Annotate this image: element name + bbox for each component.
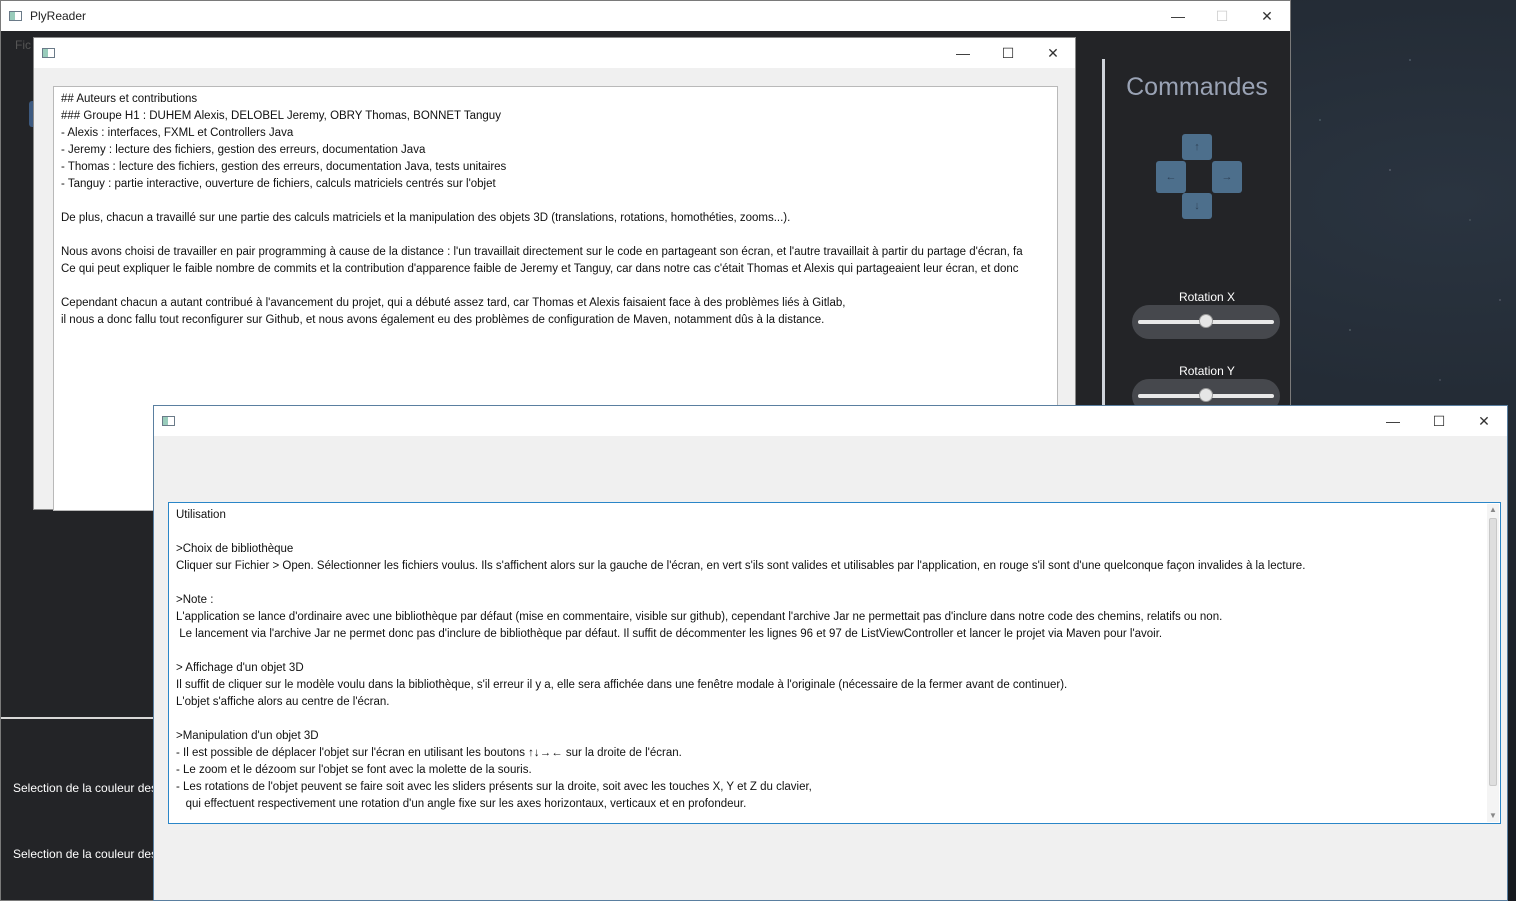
rotation-x-label: Rotation X [1178, 290, 1236, 304]
authors-text-line [61, 278, 1050, 295]
usage-text-line [176, 575, 1493, 592]
window-title: PlyReader [30, 9, 87, 23]
usage-text-line: >Choix de bibliothèque [176, 543, 294, 555]
authors-text-line: - Tanguy : partie interactive, ouverture… [61, 178, 496, 190]
minimize-button[interactable]: — [1370, 406, 1416, 436]
authors-text: ## Auteurs et contributions ### Groupe H1… [54, 87, 1057, 333]
app-icon [42, 48, 55, 58]
usage-text-line: qui effectuent respectivement une rotati… [176, 798, 747, 810]
color-selection-label-1: Selection de la couleur des [13, 781, 158, 795]
app-icon [162, 416, 175, 426]
authors-text-line: De plus, chacun a travaillé sur une part… [61, 212, 791, 224]
arrow-right-icon: → [1221, 171, 1233, 183]
move-up-button[interactable]: ↑ [1182, 134, 1212, 160]
usage-text: Utilisation >Choix de bibliothèque Clique… [169, 503, 1500, 817]
maximize-button[interactable]: ☐ [985, 38, 1031, 68]
usage-text-area[interactable]: Utilisation >Choix de bibliothèque Clique… [168, 502, 1501, 824]
usage-text-line: > Affichage d'un objet 3D [176, 662, 304, 674]
usage-text-line: Utilisation [176, 509, 226, 521]
usage-text-line [176, 643, 1493, 660]
authors-text-line: Cependant chacun a autant contribué à l'… [61, 297, 846, 309]
usage-text-line: - Les rotations de l'objet peuvent se fa… [176, 781, 812, 793]
usage-text-line: Le lancement via l'archive Jar ne permet… [176, 628, 1163, 640]
usage-text-line: Il suffit de cliquer sur le modèle voulu… [176, 679, 1068, 691]
close-button[interactable]: ✕ [1030, 38, 1076, 68]
authors-text-line: Ce qui peut expliquer le faible nombre d… [61, 263, 1019, 275]
commands-divider [1102, 59, 1105, 419]
rotation-x-thumb[interactable] [1199, 314, 1213, 328]
rotation-y-label: Rotation Y [1179, 364, 1235, 378]
arrow-left-icon: ← [1165, 171, 1177, 183]
authors-text-line: il nous a donc fallu tout reconfigurer s… [61, 314, 825, 326]
usage-text-line: Cliquer sur Fichier > Open. Sélectionner… [176, 560, 1306, 572]
close-button[interactable]: ✕ [1461, 406, 1507, 436]
close-button[interactable]: ✕ [1244, 1, 1290, 31]
minimize-button[interactable]: — [1155, 1, 1201, 31]
menu-fichier[interactable]: Fic [15, 38, 31, 52]
usage-titlebar[interactable]: — ☐ ✕ [154, 406, 1507, 436]
move-down-button[interactable]: ↓ [1182, 193, 1212, 219]
plyreader-titlebar[interactable]: PlyReader — ☐ ✕ [1, 1, 1290, 31]
authors-titlebar[interactable]: — ☐ ✕ [34, 38, 1075, 68]
usage-text-line: - Il est possible de déplacer l'objet su… [176, 747, 682, 759]
authors-text-line [61, 193, 1050, 210]
left-panel-divider [1, 717, 154, 719]
authors-text-line: - Alexis : interfaces, FXML et Controlle… [61, 127, 294, 139]
vertical-scrollbar[interactable]: ▲ ▼ [1487, 504, 1499, 822]
color-selection-label-2: Selection de la couleur des [13, 847, 158, 861]
authors-text-line: ### Groupe H1 : DUHEM Alexis, DELOBEL Je… [61, 110, 501, 122]
maximize-button[interactable]: ☐ [1199, 1, 1245, 31]
usage-text-line: L'objet s'affiche alors au centre de l'é… [176, 696, 390, 708]
usage-text-line: >Manipulation d'un objet 3D [176, 730, 319, 742]
commands-title: Commandes [1126, 73, 1268, 101]
move-right-button[interactable]: → [1212, 161, 1242, 193]
usage-text-line [176, 524, 1493, 541]
minimize-button[interactable]: — [940, 38, 986, 68]
authors-text-line: ## Auteurs et contributions [61, 93, 198, 105]
scrollbar-thumb[interactable] [1489, 518, 1497, 786]
move-left-button[interactable]: ← [1156, 161, 1186, 193]
app-icon [9, 11, 22, 21]
authors-text-line: - Jeremy : lecture des fichiers, gestion… [61, 144, 426, 156]
usage-text-line [176, 711, 1493, 728]
usage-window: — ☐ ✕ Utilisation >Choix de bibliothèque… [153, 405, 1508, 901]
arrow-down-icon: ↓ [1194, 200, 1200, 212]
authors-text-line [61, 227, 1050, 244]
usage-text-line: - Le zoom et le dézoom sur l'objet se fo… [176, 764, 532, 776]
scroll-down-icon[interactable]: ▼ [1487, 810, 1499, 822]
usage-text-line: >Note : [176, 594, 214, 606]
rotation-y-thumb[interactable] [1199, 388, 1213, 402]
rotation-x-slider[interactable] [1132, 305, 1280, 339]
authors-text-line: - Thomas : lecture des fichiers, gestion… [61, 161, 507, 173]
authors-text-line: Nous avons choisi de travailler en pair … [61, 246, 1023, 258]
arrow-up-icon: ↑ [1194, 141, 1200, 153]
usage-text-line: L'application se lance d'ordinaire avec … [176, 611, 1223, 623]
maximize-button[interactable]: ☐ [1416, 406, 1462, 436]
scroll-up-icon[interactable]: ▲ [1487, 504, 1499, 516]
